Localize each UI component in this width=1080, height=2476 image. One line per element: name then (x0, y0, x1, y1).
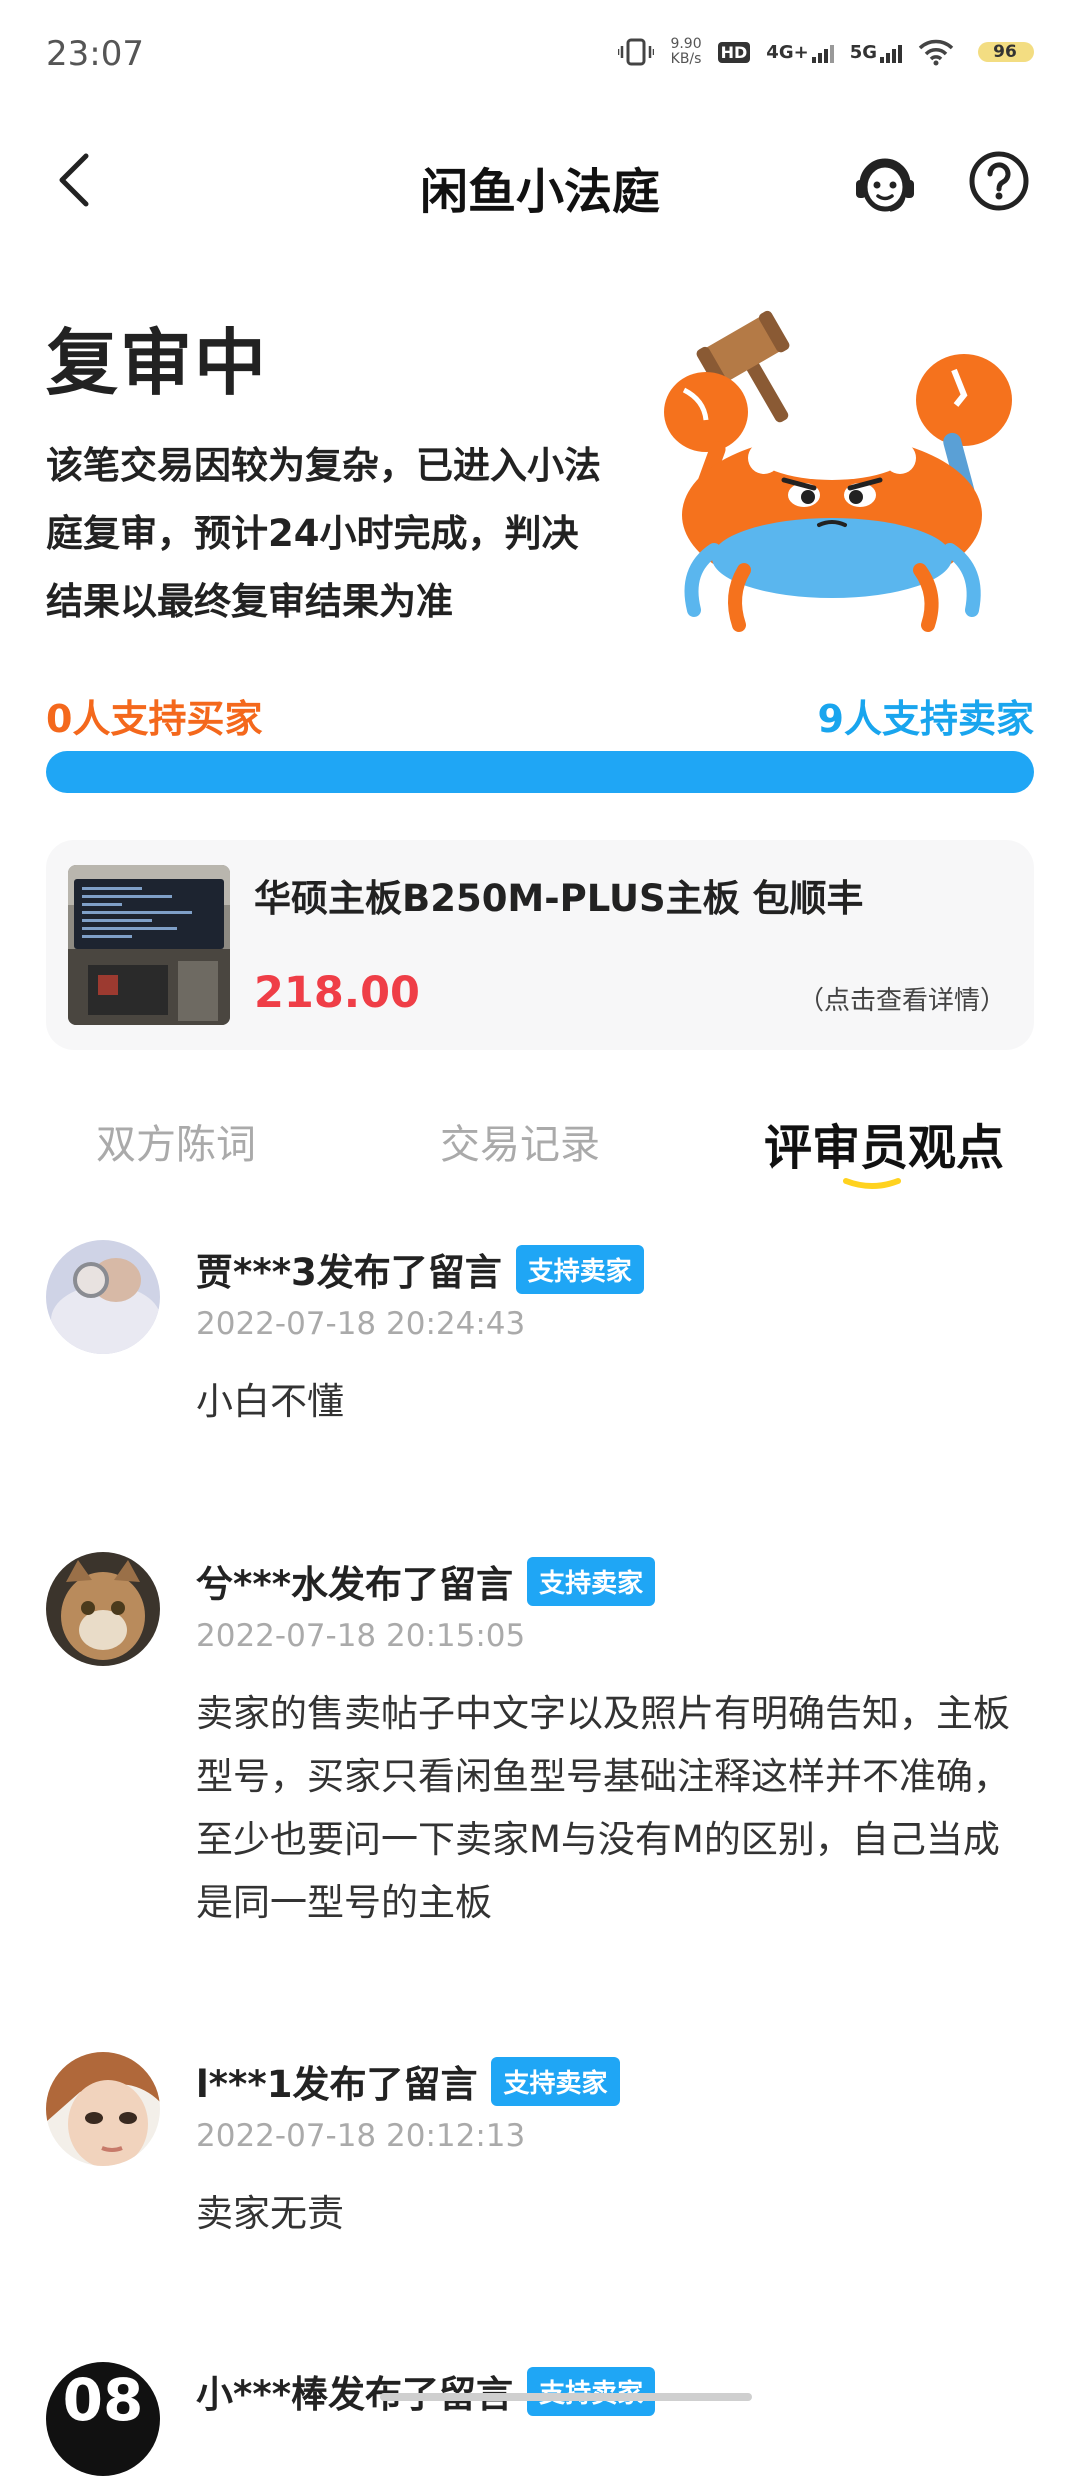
comment-text: 小白不懂 (196, 1380, 344, 1423)
comment-text: 卖家无责 (196, 2192, 344, 2235)
avatar[interactable] (46, 2052, 160, 2166)
vibrate-icon (618, 37, 655, 67)
status-icons: 9.90 KB/s HD 4G+ 5G 96 (618, 36, 1040, 68)
hd-icon: HD (717, 41, 751, 63)
review-status-title: 复审中 (46, 321, 269, 405)
comment-time: 2022-07-18 20:12:13 (196, 2118, 526, 2154)
customer-service-button[interactable] (852, 150, 918, 216)
home-indicator[interactable] (380, 2393, 752, 2401)
question-circle-icon (969, 151, 1029, 211)
buyer-support-count: 0人支持买家 (46, 697, 263, 741)
comment-author: l***1发布了留言 支持卖家 (196, 2054, 620, 2108)
crab-judge-illustration (654, 300, 1034, 640)
comment-author: 兮***水发布了留言 支持卖家 (196, 1554, 656, 1608)
active-tab-indicator (842, 1176, 902, 1190)
battery-icon: 96 (970, 36, 1040, 68)
product-card[interactable]: 华硕主板B250M-PLUS主板 包顺丰 218.00 （点击查看详情） (46, 840, 1034, 1050)
comment-author: 小***棒发布了留言 支持卖家 (196, 2364, 656, 2418)
comment-time: 2022-07-18 20:15:05 (196, 1618, 526, 1654)
tab-transaction-records[interactable]: 交易记录 (440, 1112, 600, 1170)
comment-time: 2022-07-18 20:24:43 (196, 1306, 526, 1342)
avatar[interactable] (46, 1552, 160, 1666)
signal-4g-icon: 4G+ (766, 42, 834, 63)
product-price: 218.00 (254, 968, 420, 1018)
product-thumbnail (68, 865, 230, 1025)
wifi-icon (918, 38, 954, 66)
review-status-description: 该笔交易因较为复杂，已进入小法庭复审，预计24小时完成，判决结果以最终复审结果为… (46, 444, 601, 623)
view-details-link[interactable]: （点击查看详情） (798, 980, 1006, 1017)
support-badge: 支持卖家 (527, 2366, 656, 2416)
support-badge: 支持卖家 (515, 1244, 644, 1294)
avatar[interactable]: 08 (46, 2362, 160, 2476)
avatar-text: 08 (62, 2366, 144, 2434)
support-badge: 支持卖家 (491, 2056, 620, 2106)
signal-5g-icon: 5G (850, 42, 902, 63)
help-button[interactable] (968, 150, 1030, 212)
comment-author: 贾***3发布了留言 支持卖家 (196, 1242, 644, 1296)
product-title: 华硕主板B250M-PLUS主板 包顺丰 (254, 877, 864, 920)
support-ratio-bar (46, 751, 1034, 793)
network-speed: 9.90 KB/s (670, 36, 702, 67)
tab-reviewer-opinions[interactable]: 评审员观点 (764, 1108, 1004, 1178)
headset-icon (856, 158, 914, 212)
support-badge: 支持卖家 (527, 1556, 656, 1606)
status-time: 23:07 (46, 34, 144, 74)
avatar[interactable] (46, 1240, 160, 1354)
seller-support-count: 9人支持卖家 (817, 697, 1034, 741)
page-title: 闲鱼小法庭 (419, 164, 660, 220)
comment-text: 卖家的售卖帖子中文字以及照片有明确告知，主板型号，买家只看闲鱼型号基础注释这样并… (196, 1692, 1010, 1924)
tab-statements[interactable]: 双方陈词 (96, 1112, 256, 1170)
